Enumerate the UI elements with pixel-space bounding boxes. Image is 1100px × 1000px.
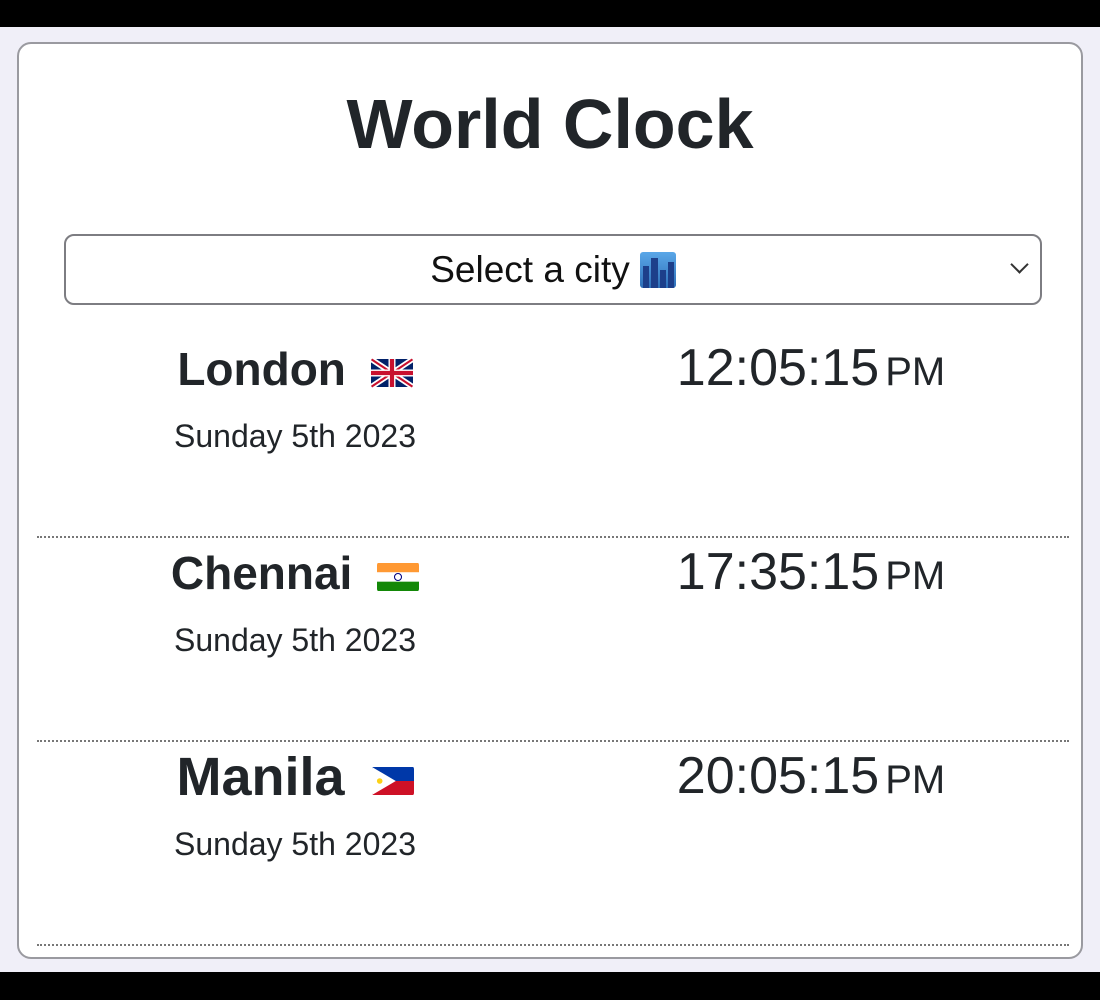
city-name-label: Chennai bbox=[170, 547, 353, 599]
time-ampm: PM bbox=[885, 350, 946, 394]
city-time: 12:05:15 PM bbox=[553, 338, 1069, 398]
chevron-down-icon bbox=[1010, 255, 1029, 274]
city-name: Chennai bbox=[37, 546, 553, 600]
city-date: Sunday 5th 2023 bbox=[174, 826, 416, 862]
city-name: London bbox=[37, 342, 553, 396]
city-row-chennai: Chennai Sunday 5th 2023 17:35:15 PM bbox=[37, 538, 1069, 742]
time-value: 20:05:15 bbox=[676, 747, 880, 805]
time-value: 17:35:15 bbox=[676, 543, 880, 601]
time-value: 12:05:15 bbox=[676, 339, 880, 397]
uk-flag-icon bbox=[370, 357, 413, 388]
city-row-london: London Sunday 5th 2023 12:05:15 PM bbox=[37, 334, 1069, 538]
cityscape-icon bbox=[639, 251, 676, 288]
city-date: Sunday 5th 2023 bbox=[174, 622, 416, 658]
philippines-flag-icon bbox=[371, 766, 414, 795]
city-name-label: Manila bbox=[176, 747, 345, 807]
city-select-placeholder: Select a city bbox=[430, 248, 630, 290]
city-time: 20:05:15 PM bbox=[553, 746, 1069, 806]
time-ampm: PM bbox=[885, 554, 946, 598]
city-select[interactable]: Select a city bbox=[64, 234, 1042, 305]
row-divider bbox=[37, 944, 1069, 946]
city-date: Sunday 5th 2023 bbox=[174, 418, 416, 454]
city-name-label: London bbox=[177, 343, 346, 395]
city-select-value: Select a city bbox=[430, 248, 676, 291]
city-time: 17:35:15 PM bbox=[553, 542, 1069, 602]
time-ampm: PM bbox=[885, 758, 946, 802]
city-name: Manila bbox=[37, 746, 553, 808]
india-flag-icon bbox=[377, 562, 420, 591]
world-clock-card: World Clock Select a city London Sunday … bbox=[17, 42, 1083, 959]
page-background: World Clock Select a city London Sunday … bbox=[0, 27, 1100, 972]
city-row-manila: Manila Sunday 5th 2023 20:05:15 PM bbox=[37, 742, 1069, 946]
page-title: World Clock bbox=[346, 85, 754, 163]
